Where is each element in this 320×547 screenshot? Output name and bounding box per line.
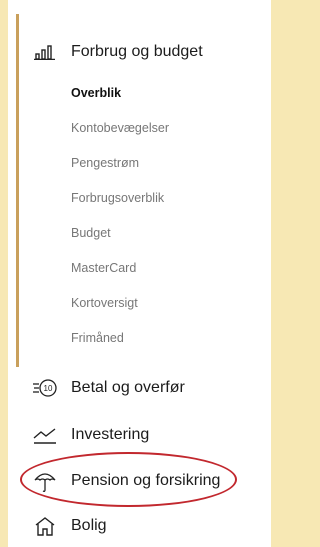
nav-item-forbrug-og-budget[interactable]: Forbrug og budget	[33, 40, 310, 64]
bar-chart-icon	[33, 40, 57, 64]
sub-item-kortoversigt[interactable]: Kortoversigt	[71, 296, 138, 310]
nav-item-investering[interactable]: Investering	[33, 423, 310, 447]
sub-item-forbrugsoverblik[interactable]: Forbrugsoverblik	[71, 191, 164, 205]
nav-item-label: Pension og forsikring	[71, 472, 221, 489]
nav-item-bolig[interactable]: Bolig	[33, 514, 310, 538]
sub-item-kontobevaegelser[interactable]: Kontobevægelser	[71, 121, 169, 135]
nav-item-label: Betal og overfør	[71, 379, 185, 396]
coin-transfer-icon: 10	[33, 376, 57, 400]
side-navigation-panel	[8, 0, 271, 547]
sub-item-budget[interactable]: Budget	[71, 226, 111, 240]
active-section-indicator	[16, 14, 19, 367]
nav-item-betal-og-overfor[interactable]: 10 Betal og overfør	[33, 376, 310, 400]
nav-item-pension-og-forsikring[interactable]: Pension og forsikring	[33, 469, 310, 493]
sub-item-pengestrom[interactable]: Pengestrøm	[71, 156, 139, 170]
coin-value-text: 10	[44, 384, 53, 393]
nav-item-label: Bolig	[71, 517, 107, 534]
nav-item-label: Investering	[71, 426, 150, 443]
house-icon	[33, 514, 57, 538]
nav-item-label: Forbrug og budget	[71, 43, 203, 60]
trend-line-icon	[33, 423, 57, 447]
umbrella-icon	[33, 469, 57, 493]
sub-item-frimaaned[interactable]: Frimåned	[71, 331, 124, 345]
sub-item-mastercard[interactable]: MasterCard	[71, 261, 136, 275]
sub-item-overblik[interactable]: Overblik	[71, 86, 121, 100]
